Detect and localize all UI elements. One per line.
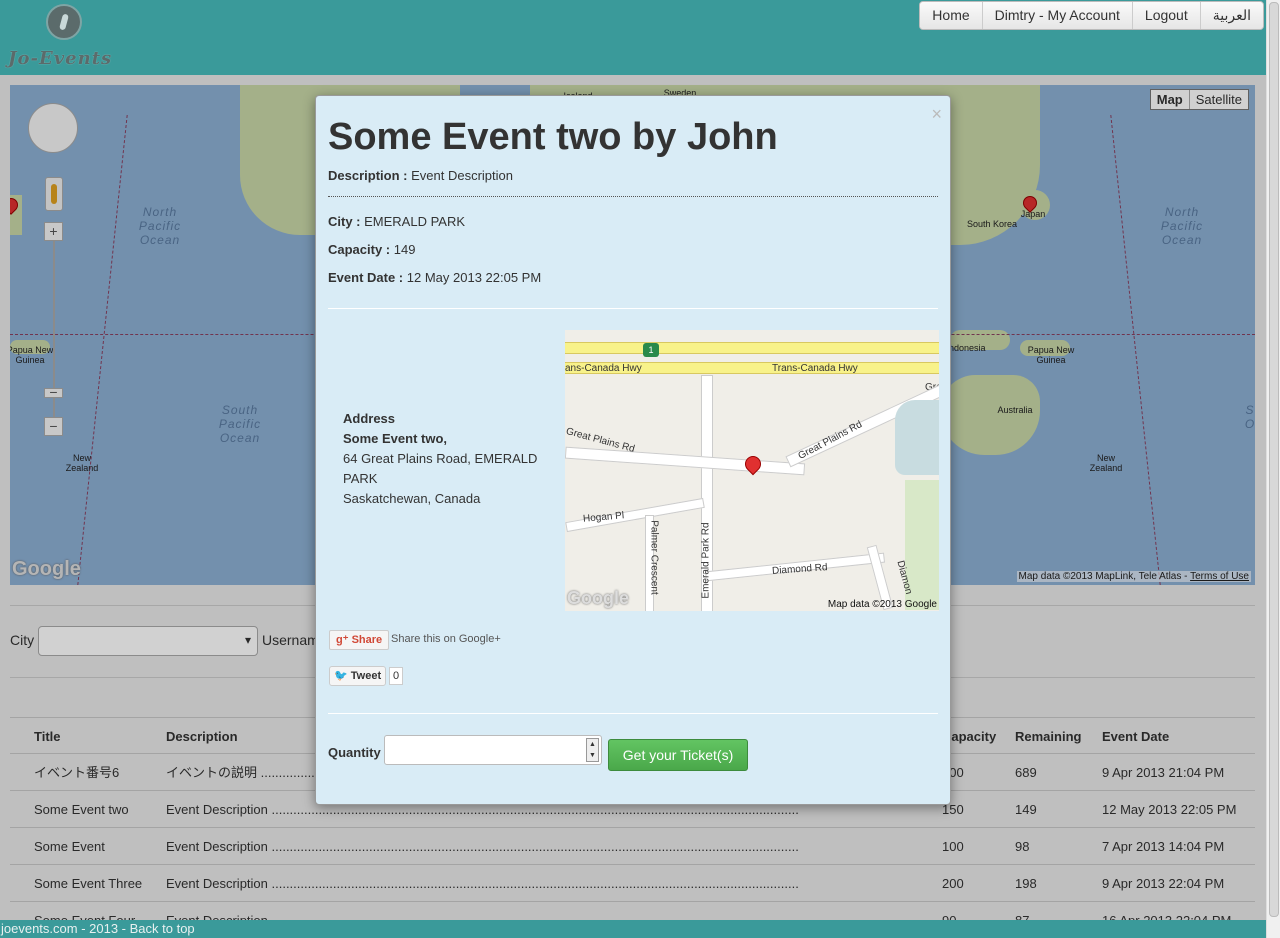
quantity-label: Quantity [328, 745, 381, 760]
address-line2: Saskatchewan, Canada [343, 491, 481, 506]
road-label-hwy-right: Trans-Canada Hwy [772, 363, 858, 374]
road-label-diamond: Diamond Rd [771, 562, 828, 577]
modal-title: Some Event two by John [328, 116, 778, 158]
twitter-bird-icon: 🐦 [334, 670, 348, 682]
top-header: Jo-Events Home Dimtry - My Account Logou… [0, 0, 1266, 75]
tweet-count: 0 [389, 667, 404, 685]
road-label-emerald: Emerald Park Rd [700, 522, 712, 599]
divider [328, 308, 938, 309]
dotted-divider [328, 196, 938, 197]
address-heading: Address [343, 411, 396, 426]
road-label-palmer: Palmer Crescent [648, 520, 660, 595]
description-field: Description : Event Description [328, 168, 513, 183]
city-label: City : [328, 214, 361, 229]
city-field: City : EMERALD PARK [328, 214, 465, 229]
nav-home[interactable]: Home [920, 2, 983, 29]
page-scrollbar[interactable] [1266, 0, 1280, 938]
city-value: EMERALD PARK [364, 214, 466, 229]
tweet-label: Tweet [350, 670, 382, 682]
get-tickets-button[interactable]: Get your Ticket(s) [608, 739, 748, 771]
share-label: Share [351, 634, 383, 646]
pond-area [895, 400, 939, 475]
capacity-field: Capacity : 149 [328, 242, 415, 257]
divider [328, 713, 938, 714]
google-plus-share-text: Share this on Google+ [391, 633, 501, 645]
address-name: Some Event two, [343, 431, 448, 446]
logo-icon [46, 4, 82, 40]
capacity-label: Capacity : [328, 242, 391, 257]
google-plus-share-button[interactable]: g⁺ Share [329, 630, 390, 650]
quantity-stepper[interactable]: ▲ ▼ [586, 738, 599, 762]
location-map[interactable]: 1 ans-Canada Hwy Trans-Canada Hwy Gre Gr… [565, 330, 939, 611]
road-label-great-plains-right: Great Plains Rd [796, 419, 865, 462]
google-logo: Google [567, 588, 629, 608]
top-nav: Home Dimtry - My Account Logout العربية [919, 1, 1264, 30]
nav-language-arabic[interactable]: العربية [1200, 2, 1263, 29]
close-icon[interactable]: × [931, 104, 942, 125]
road-label-hwy-left: ans-Canada Hwy [565, 363, 642, 374]
google-plus-icon: g⁺ [336, 634, 352, 646]
event-date-value: 12 May 2013 22:05 PM [406, 270, 542, 285]
tweet-button[interactable]: 🐦 Tweet [329, 666, 387, 686]
logo-text: Jo-Events [8, 48, 113, 69]
description-value: Event Description [411, 168, 513, 183]
capacity-value: 149 [393, 242, 416, 257]
highway-shield-icon: 1 [643, 343, 659, 357]
address-block: Address Some Event two, 64 Great Plains … [343, 409, 553, 509]
page-footer[interactable]: joevents.com - 2013 - Back to top [0, 920, 1266, 938]
site-logo[interactable]: Jo-Events [6, 4, 118, 70]
nav-my-account[interactable]: Dimtry - My Account [982, 2, 1133, 29]
highway-road [565, 342, 939, 354]
description-label: Description : [328, 168, 408, 183]
quantity-input[interactable]: ▲ ▼ [384, 735, 602, 765]
event-date-label: Event Date : [328, 270, 404, 285]
road [565, 446, 806, 476]
scrollbar-thumb[interactable] [1269, 2, 1279, 917]
nav-logout[interactable]: Logout [1132, 2, 1201, 29]
event-details-modal: × Some Event two by John Description : E… [315, 95, 951, 805]
map-copyright: Map data ©2013 Google [827, 599, 937, 610]
event-date-field: Event Date : 12 May 2013 22:05 PM [328, 270, 541, 285]
address-line1: 64 Great Plains Road, EMERALD PARK [343, 451, 538, 486]
